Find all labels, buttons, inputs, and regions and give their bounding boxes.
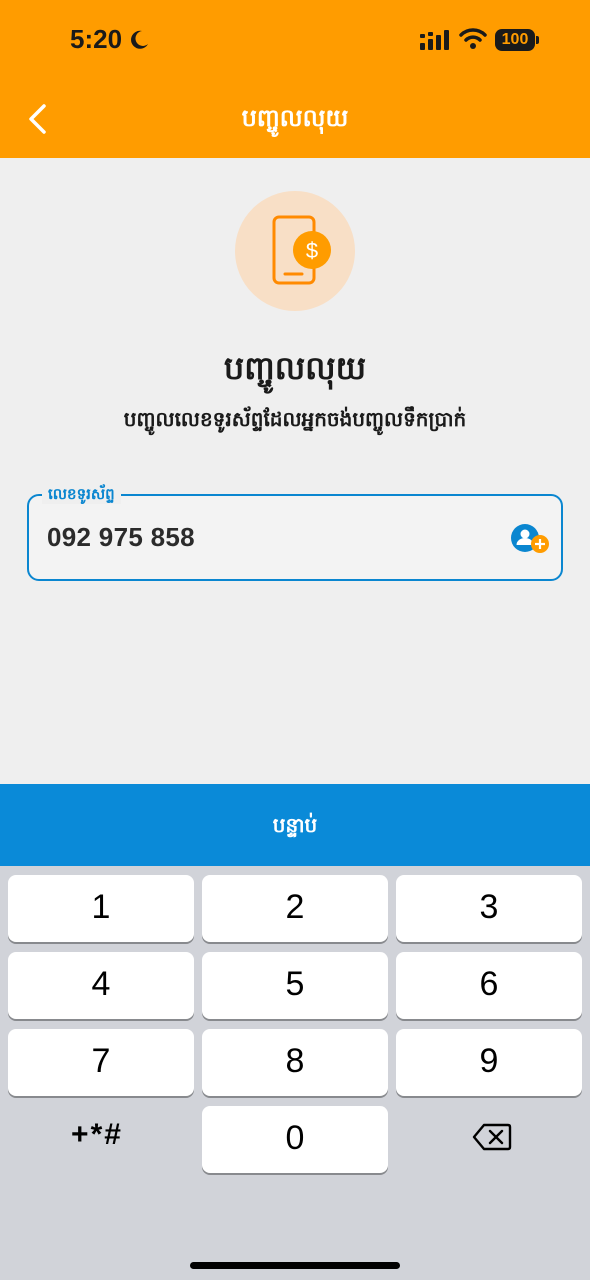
- key-7[interactable]: 7: [8, 1029, 194, 1096]
- key-2[interactable]: 2: [202, 875, 388, 942]
- phone-input[interactable]: 092 975 858: [47, 522, 195, 553]
- wifi-icon: [459, 28, 487, 49]
- backspace-icon[interactable]: [472, 1122, 512, 1152]
- key-9[interactable]: 9: [396, 1029, 582, 1096]
- add-contact-icon[interactable]: [510, 522, 552, 556]
- key-1[interactable]: 1: [8, 875, 194, 942]
- numeric-keypad: 1 2 3 4 5 6 7 8 9 +*# 0: [0, 866, 590, 1280]
- battery-icon: 100: [495, 29, 539, 51]
- next-button[interactable]: បន្ទាប់: [0, 784, 590, 866]
- nav-title: បញ្ចូលលុយ: [241, 104, 349, 132]
- home-indicator[interactable]: [190, 1262, 400, 1269]
- signal-icon: [420, 30, 449, 50]
- svg-text:$: $: [306, 238, 318, 263]
- phone-field-label: លេខទូរស័ព្ទ: [42, 484, 121, 504]
- key-symbols[interactable]: +*#: [4, 1103, 190, 1170]
- page-subtitle: បញ្ចូលលេខទូរស័ព្ទដែលអ្នកចង់បញ្ចូលទឹកប្រា…: [123, 407, 467, 431]
- key-3[interactable]: 3: [396, 875, 582, 942]
- phone-dollar-icon: $: [272, 215, 331, 285]
- key-8[interactable]: 8: [202, 1029, 388, 1096]
- key-4[interactable]: 4: [8, 952, 194, 1019]
- key-0[interactable]: 0: [202, 1106, 388, 1173]
- app-header: 5:20 100 បញ្ចូលលុយ: [0, 0, 590, 158]
- battery-level: 100: [501, 31, 529, 48]
- key-6[interactable]: 6: [396, 952, 582, 1019]
- key-5[interactable]: 5: [202, 952, 388, 1019]
- chevron-left-icon[interactable]: [22, 100, 56, 140]
- page-title: បញ្ចូលលុយ: [223, 349, 367, 387]
- status-time: 5:20: [70, 24, 123, 54]
- moon-icon: [131, 30, 148, 49]
